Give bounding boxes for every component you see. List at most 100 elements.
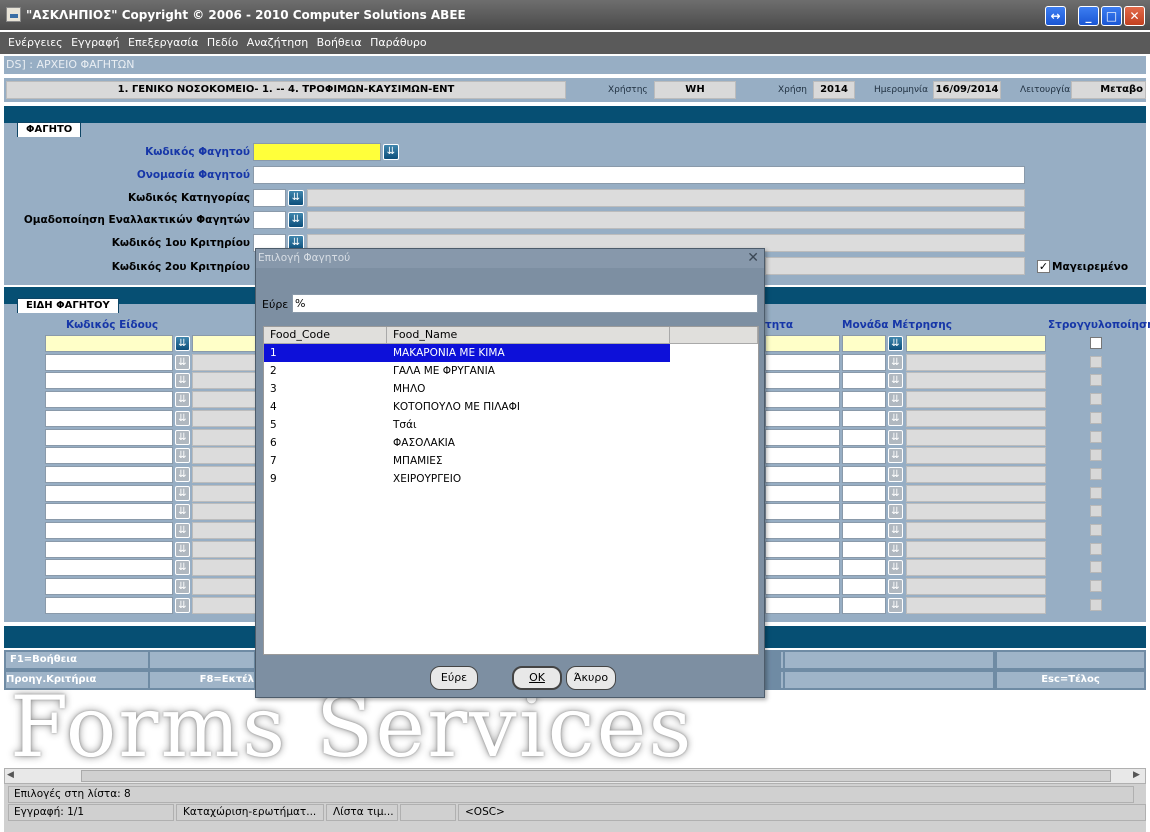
tab-food[interactable]: ΦΑΓΗΤΟ bbox=[17, 122, 82, 137]
item-lov-icon[interactable]: ⇊ bbox=[175, 448, 190, 464]
item-code-input[interactable] bbox=[45, 409, 173, 427]
item-unit-input[interactable] bbox=[842, 428, 886, 446]
menu-actions[interactable]: Ενέργειες bbox=[8, 32, 63, 54]
food-name-input[interactable] bbox=[253, 166, 1025, 184]
rounding-checkbox[interactable] bbox=[1090, 337, 1102, 349]
lov-row[interactable]: 1 ΜΑΚΑΡΟΝΙΑ ΜΕ ΚΙΜΑ bbox=[264, 344, 670, 362]
unit-lov-icon[interactable]: ⇊ bbox=[888, 597, 903, 613]
item-lov-icon[interactable]: ⇊ bbox=[175, 354, 190, 370]
item-qty-input[interactable] bbox=[765, 465, 840, 483]
rounding-checkbox[interactable] bbox=[1090, 486, 1102, 499]
lov-row[interactable]: 6 ΦΑΣΟΛΑΚΙΑ bbox=[264, 434, 670, 452]
item-qty-input[interactable] bbox=[765, 391, 840, 409]
item-unit-input[interactable] bbox=[842, 409, 886, 427]
bar1-cell-3[interactable] bbox=[781, 652, 783, 668]
item-lov-icon[interactable]: ⇊ bbox=[175, 579, 190, 595]
item-unit-input[interactable] bbox=[842, 559, 886, 577]
item-unit-input[interactable] bbox=[842, 522, 886, 539]
lov-row[interactable]: 7 ΜΠΑΜΙΕΣ bbox=[264, 452, 670, 470]
item-code-input[interactable] bbox=[45, 447, 173, 465]
rounding-checkbox[interactable] bbox=[1090, 505, 1102, 518]
lov-row[interactable]: 3 ΜΗΛΟ bbox=[264, 380, 670, 398]
item-code-input[interactable] bbox=[45, 353, 173, 371]
item-qty-input[interactable] bbox=[765, 335, 840, 352]
food-code-lov-icon[interactable]: ⇊ bbox=[383, 144, 399, 160]
minimize-button[interactable]: _ bbox=[1078, 6, 1099, 26]
item-code-input[interactable] bbox=[45, 540, 173, 558]
item-qty-input[interactable] bbox=[765, 540, 840, 558]
dialog-find-button[interactable]: Εύρε bbox=[430, 666, 478, 690]
unit-lov-icon[interactable]: ⇊ bbox=[888, 579, 903, 595]
item-unit-input[interactable] bbox=[842, 465, 886, 483]
item-lov-icon[interactable]: ⇊ bbox=[175, 504, 190, 520]
unit-lov-icon[interactable]: ⇊ bbox=[888, 560, 903, 576]
maximize-button[interactable]: □ bbox=[1101, 6, 1122, 26]
item-unit-input[interactable] bbox=[842, 596, 886, 614]
item-lov-icon[interactable]: ⇊ bbox=[175, 466, 190, 482]
item-code-input[interactable] bbox=[45, 484, 173, 502]
item-qty-input[interactable] bbox=[765, 447, 840, 465]
item-lov-icon[interactable]: ⇊ bbox=[175, 560, 190, 576]
menu-field[interactable]: Πεδίο bbox=[207, 32, 238, 54]
item-code-input[interactable] bbox=[45, 372, 173, 390]
unit-lov-icon[interactable]: ⇊ bbox=[888, 541, 903, 557]
bar1-cell-5[interactable] bbox=[997, 652, 1144, 668]
item-unit-input[interactable] bbox=[842, 484, 886, 502]
unit-lov-icon[interactable]: ⇊ bbox=[888, 504, 903, 520]
rounding-checkbox[interactable] bbox=[1090, 524, 1102, 536]
item-lov-icon[interactable]: ⇊ bbox=[175, 429, 190, 445]
unit-lov-icon[interactable]: ⇊ bbox=[888, 448, 903, 464]
item-unit-input[interactable] bbox=[842, 372, 886, 390]
item-qty-input[interactable] bbox=[765, 353, 840, 371]
rounding-checkbox[interactable] bbox=[1090, 580, 1102, 593]
col-food-code[interactable]: Food_Code bbox=[264, 327, 387, 344]
category-input[interactable] bbox=[253, 189, 286, 207]
item-lov-icon[interactable]: ⇊ bbox=[175, 541, 190, 557]
lov-row[interactable]: 5 Τσάι bbox=[264, 416, 670, 434]
category-lov-icon[interactable]: ⇊ bbox=[288, 190, 304, 206]
menu-edit[interactable]: Επεξεργασία bbox=[128, 32, 198, 54]
item-unit-input[interactable] bbox=[842, 447, 886, 465]
rounding-checkbox[interactable] bbox=[1090, 542, 1102, 555]
item-lov-icon[interactable]: ⇊ bbox=[175, 485, 190, 501]
item-lov-icon[interactable]: ⇊ bbox=[175, 336, 190, 351]
item-lov-icon[interactable]: ⇊ bbox=[175, 410, 190, 426]
item-qty-input[interactable] bbox=[765, 428, 840, 446]
item-qty-input[interactable] bbox=[765, 503, 840, 521]
item-unit-input[interactable] bbox=[842, 578, 886, 596]
scroll-left-icon[interactable]: ◀ bbox=[7, 770, 14, 780]
dialog-close-icon[interactable]: ✕ bbox=[747, 249, 759, 268]
alt-group-lov-icon[interactable]: ⇊ bbox=[288, 212, 304, 228]
item-code-input[interactable] bbox=[45, 428, 173, 446]
dialog-ok-button[interactable]: OK bbox=[512, 666, 562, 690]
rounding-checkbox[interactable] bbox=[1090, 561, 1102, 574]
item-unit-input[interactable] bbox=[842, 503, 886, 521]
rounding-checkbox[interactable] bbox=[1090, 598, 1102, 611]
unit-lov-icon[interactable]: ⇊ bbox=[888, 466, 903, 482]
rounding-checkbox[interactable] bbox=[1090, 467, 1102, 480]
item-lov-icon[interactable]: ⇊ bbox=[175, 392, 190, 408]
item-code-input[interactable] bbox=[45, 578, 173, 596]
lov-row[interactable]: 4 ΚΟΤΟΠΟΥΛΟ ΜΕ ΠΙΛΑΦΙ bbox=[264, 398, 670, 416]
item-code-input[interactable] bbox=[45, 335, 173, 352]
lov-row[interactable]: 9 ΧΕΙΡΟΥΡΓΕΙΟ bbox=[264, 470, 670, 488]
item-qty-input[interactable] bbox=[765, 484, 840, 502]
item-lov-icon[interactable]: ⇊ bbox=[175, 373, 190, 389]
rounding-checkbox[interactable] bbox=[1090, 430, 1102, 443]
horizontal-scrollbar[interactable]: ◀ ▶ bbox=[4, 768, 1146, 784]
unit-lov-icon[interactable]: ⇊ bbox=[888, 373, 903, 389]
item-code-input[interactable] bbox=[45, 522, 173, 539]
scroll-right-icon[interactable]: ▶ bbox=[1133, 770, 1140, 780]
rounding-checkbox[interactable] bbox=[1090, 449, 1102, 462]
unit-lov-icon[interactable]: ⇊ bbox=[888, 354, 903, 370]
item-lov-icon[interactable]: ⇊ bbox=[175, 597, 190, 613]
alt-group-input[interactable] bbox=[253, 211, 286, 229]
bar1-cell-4[interactable] bbox=[785, 652, 993, 668]
menu-window[interactable]: Παράθυρο bbox=[370, 32, 427, 54]
menu-search[interactable]: Αναζήτηση bbox=[247, 32, 308, 54]
unit-lov-icon[interactable]: ⇊ bbox=[888, 485, 903, 501]
item-code-input[interactable] bbox=[45, 559, 173, 577]
menu-record[interactable]: Εγγραφή bbox=[71, 32, 119, 54]
item-code-input[interactable] bbox=[45, 596, 173, 614]
help-button[interactable]: F1=Βοήθεια bbox=[6, 652, 148, 668]
